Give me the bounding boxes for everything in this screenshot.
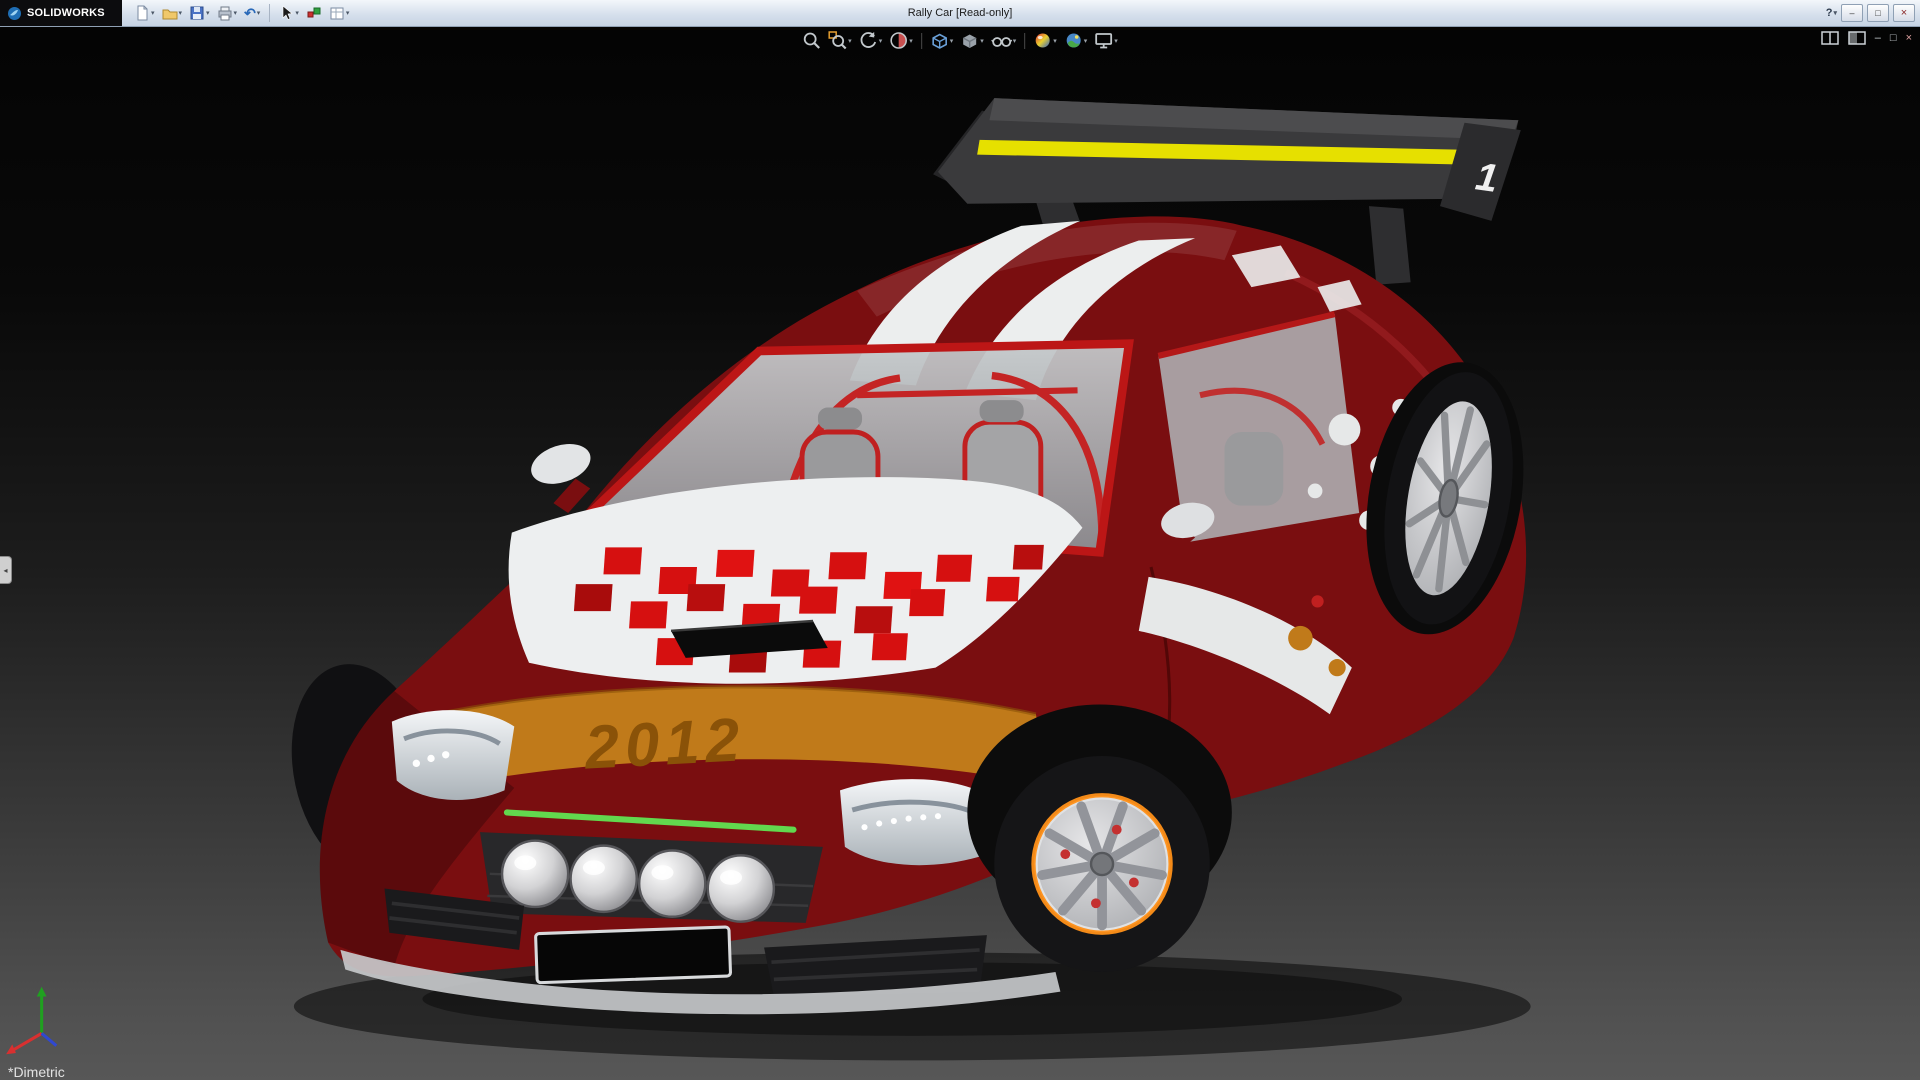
apply-scene-icon bbox=[1064, 31, 1083, 50]
toolbar-separator bbox=[1024, 33, 1025, 49]
pane-layout-icon[interactable] bbox=[1848, 31, 1866, 45]
options-button[interactable]: ▾ bbox=[326, 2, 353, 24]
dropdown-caret-icon[interactable]: ▾ bbox=[206, 9, 210, 17]
previous-view-icon bbox=[859, 31, 878, 50]
options-icon bbox=[329, 6, 345, 21]
feature-pane-collapse-tab[interactable]: ◂ bbox=[0, 556, 12, 584]
window-controls: ? ▾ – □ × bbox=[1826, 4, 1920, 22]
graphics-viewport[interactable]: 1 bbox=[0, 27, 1920, 1080]
display-style-button[interactable]: ▾ bbox=[958, 30, 986, 51]
dropdown-caret-icon[interactable]: ▾ bbox=[1053, 37, 1057, 45]
zoom-fit-icon bbox=[802, 31, 821, 50]
print-icon bbox=[217, 5, 233, 21]
dropdown-caret-icon[interactable]: ▾ bbox=[1833, 9, 1837, 17]
minimize-button[interactable]: – bbox=[1841, 4, 1863, 22]
doc-minimize-button[interactable]: – bbox=[1875, 32, 1881, 44]
dropdown-caret-icon[interactable]: ▾ bbox=[909, 37, 913, 45]
new-document-button[interactable]: ▾ bbox=[132, 2, 158, 24]
doc-restore-button[interactable]: □ bbox=[1890, 32, 1897, 44]
left-headlight bbox=[392, 710, 514, 800]
rebuild-icon bbox=[306, 5, 322, 21]
document-window-controls: – □ × bbox=[1821, 31, 1912, 45]
dropdown-caret-icon[interactable]: ▾ bbox=[848, 37, 852, 45]
dropdown-caret-icon[interactable]: ▾ bbox=[257, 9, 261, 17]
apply-scene-button[interactable]: ▾ bbox=[1062, 30, 1090, 51]
hide-show-items-button[interactable]: ▾ bbox=[989, 30, 1019, 51]
new-document-icon bbox=[135, 5, 150, 21]
select-button[interactable]: ▾ bbox=[276, 2, 302, 24]
front-right-wheel[interactable] bbox=[967, 704, 1231, 972]
close-button[interactable]: × bbox=[1893, 4, 1915, 22]
dropdown-caret-icon[interactable]: ▾ bbox=[879, 37, 883, 45]
edit-appearance-icon bbox=[1033, 31, 1052, 50]
view-orientation-icon bbox=[930, 31, 949, 50]
print-button[interactable]: ▾ bbox=[214, 2, 241, 24]
viewport-canvas[interactable]: 1 bbox=[0, 27, 1920, 1080]
solidworks-logo: SOLIDWORKS bbox=[0, 0, 122, 26]
select-icon bbox=[279, 5, 294, 21]
help-button[interactable]: ? ▾ bbox=[1826, 7, 1837, 19]
rebuild-button[interactable] bbox=[303, 2, 325, 24]
zoom-fit-button[interactable] bbox=[800, 30, 823, 51]
dropdown-caret-icon[interactable]: ▾ bbox=[980, 37, 984, 45]
headsup-view-toolbar: ▾ ▾ ▾ ▾ bbox=[800, 30, 1120, 51]
hide-show-items-icon bbox=[991, 31, 1012, 50]
save-icon bbox=[189, 5, 205, 21]
left-mirror bbox=[526, 437, 596, 513]
undo-icon: ↶ bbox=[244, 6, 256, 20]
orientation-status: *Dimetric bbox=[8, 1064, 65, 1080]
toolbar-separator bbox=[921, 33, 922, 49]
previous-view-button[interactable]: ▾ bbox=[857, 30, 885, 51]
dropdown-caret-icon[interactable]: ▾ bbox=[234, 9, 238, 17]
dropdown-caret-icon[interactable]: ▾ bbox=[295, 9, 299, 17]
livery-year: 2012 bbox=[582, 705, 747, 781]
main-toolbar: ▾ ▾ ▾ ▾ bbox=[132, 2, 352, 24]
split-pane-icon[interactable] bbox=[1821, 31, 1839, 45]
undo-button[interactable]: ↶ ▾ bbox=[241, 2, 263, 24]
edit-appearance-button[interactable]: ▾ bbox=[1031, 30, 1059, 51]
dropdown-caret-icon[interactable]: ▾ bbox=[1013, 37, 1017, 45]
doc-close-button[interactable]: × bbox=[1906, 32, 1912, 44]
brand-text: SOLIDWORKS bbox=[27, 7, 105, 19]
titlebar: SOLIDWORKS ▾ ▾ ▾ bbox=[0, 0, 1920, 27]
help-icon: ? bbox=[1826, 7, 1833, 19]
dropdown-caret-icon[interactable]: ▾ bbox=[179, 9, 183, 17]
dropdown-caret-icon[interactable]: ▾ bbox=[1114, 37, 1118, 45]
save-button[interactable]: ▾ bbox=[186, 2, 213, 24]
view-settings-button[interactable]: ▾ bbox=[1092, 30, 1120, 51]
dropdown-caret-icon[interactable]: ▾ bbox=[950, 37, 954, 45]
dropdown-caret-icon[interactable]: ▾ bbox=[151, 9, 155, 17]
collapse-arrow-icon: ◂ bbox=[3, 566, 7, 575]
view-orientation-button[interactable]: ▾ bbox=[928, 30, 956, 51]
orientation-triad bbox=[6, 987, 56, 1055]
section-view-button[interactable]: ▾ bbox=[887, 30, 915, 51]
ds-swirl-icon bbox=[7, 6, 22, 21]
open-icon bbox=[162, 6, 178, 21]
toolbar-separator bbox=[269, 4, 270, 22]
document-title: Rally Car [Read-only] bbox=[908, 7, 1013, 19]
solidworks-window: SOLIDWORKS ▾ ▾ ▾ bbox=[0, 0, 1920, 1080]
dropdown-caret-icon[interactable]: ▾ bbox=[346, 9, 350, 17]
dropdown-caret-icon[interactable]: ▾ bbox=[1084, 37, 1088, 45]
license-plate bbox=[536, 927, 731, 983]
zoom-area-icon bbox=[828, 31, 847, 50]
view-settings-icon bbox=[1094, 31, 1113, 50]
section-view-icon bbox=[889, 31, 908, 50]
display-style-icon bbox=[960, 31, 979, 50]
zoom-area-button[interactable]: ▾ bbox=[826, 30, 854, 51]
maximize-button[interactable]: □ bbox=[1867, 4, 1889, 22]
open-button[interactable]: ▾ bbox=[159, 2, 186, 24]
